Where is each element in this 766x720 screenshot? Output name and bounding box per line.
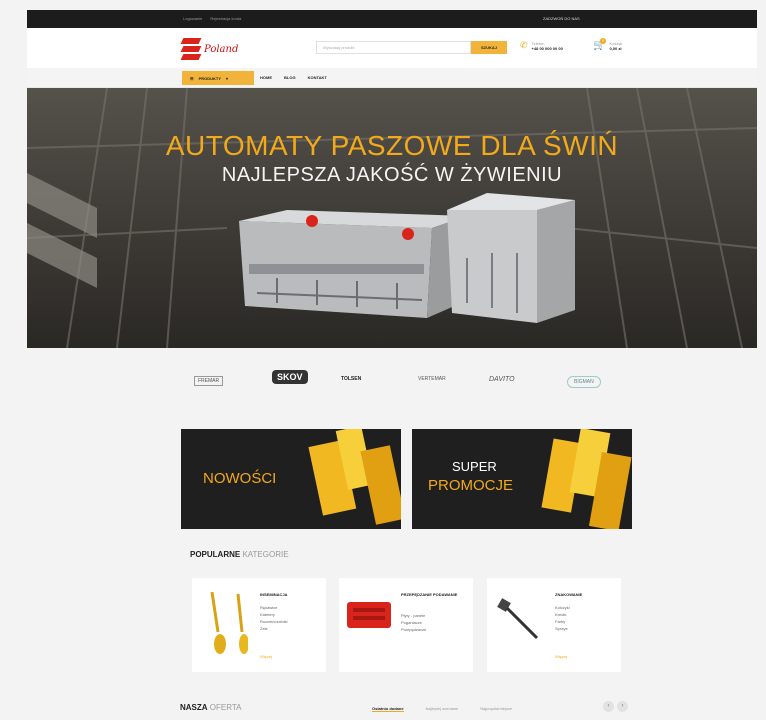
category-link[interactable]: Kolczyki: [555, 604, 570, 611]
category-card-driving[interactable]: PRZEPĘDZANIE PODAWANIE Płyty - panele Po…: [339, 578, 473, 672]
promo-tile-new[interactable]: NOWOŚCI: [181, 429, 401, 529]
chevron-down-icon: ▾: [226, 75, 229, 81]
hero-subtitle: NAJLEPSZA JAKOŚĆ W ŻYWIENIU: [221, 164, 563, 186]
phone-number: +48 00 000 00 00: [531, 45, 563, 51]
register-link[interactable]: Rejestracja konta: [210, 16, 241, 21]
catheter-icon: [210, 592, 248, 654]
brand-logo[interactable]: FREMAR: [194, 376, 224, 386]
cart-label: Koszyk: [609, 40, 623, 46]
categories-heading: POPULARNE KATEGORIE: [190, 550, 289, 559]
category-link[interactable]: Przepędzacze: [401, 626, 426, 633]
category-card-insemination[interactable]: INSEMINACJA Rękawice Katetery Rozcieńcza…: [192, 578, 326, 672]
category-link[interactable]: Poganiacze: [401, 619, 426, 626]
marker-tool-icon: [497, 598, 539, 640]
login-link[interactable]: Logowanie: [183, 16, 202, 21]
hero-title: AUTOMATY PASZOWE DLA ŚWIŃ: [165, 130, 619, 161]
logo-mark-icon: [180, 38, 202, 60]
search-input[interactable]: Wyszukaj produkt: [316, 41, 471, 54]
main-nav: ☰ PRODUKTY ▾ HOME BLOG KONTAKT: [27, 68, 757, 88]
category-link[interactable]: Płyty - panele: [401, 612, 426, 619]
category-link[interactable]: Rękawice: [260, 604, 288, 611]
brand-logo[interactable]: TOLSEN: [341, 376, 361, 382]
logo-text: Poland: [204, 43, 239, 55]
cart-total: 0,00 zł: [609, 45, 622, 51]
phone-icon: ✆: [520, 40, 528, 50]
cart-block[interactable]: 🛒 0 Koszyk 0,00 zł: [593, 38, 623, 51]
tab-popular[interactable]: Najpopularniejsze: [480, 706, 512, 712]
category-title[interactable]: ZNAKOWANIE: [555, 592, 582, 598]
tab-top-rated[interactable]: Najlepiej oceniane: [426, 706, 459, 712]
logo[interactable]: Poland: [180, 36, 262, 62]
offer-heading-bold: NASZA: [180, 703, 208, 712]
pig-board-icon: [347, 602, 391, 628]
tab-latest[interactable]: Ostatnio dodane: [372, 706, 404, 712]
offer-tabs: Ostatnio dodane Najlepiej oceniane Najpo…: [372, 706, 512, 712]
brand-logo[interactable]: SKOV: [272, 370, 308, 384]
top-bar-links: Logowanie Rejestracja konta: [183, 16, 241, 21]
search-button[interactable]: SZUKAJ: [471, 41, 507, 54]
category-link[interactable]: Żele: [260, 625, 288, 632]
categories-heading-light: KATEGORIE: [242, 550, 289, 559]
offer-heading-light: OFERTA: [209, 703, 242, 712]
top-bar: Logowanie Rejestracja konta ZADZWOŃ DO N…: [27, 10, 757, 28]
products-menu-button[interactable]: ☰ PRODUKTY ▾: [182, 71, 254, 85]
promo-new-label: NOWOŚCI: [203, 470, 277, 487]
category-link[interactable]: Spraye: [555, 625, 570, 632]
brand-logo[interactable]: VERTEMAR: [418, 376, 446, 382]
hero-background-image: [27, 88, 757, 348]
nav-item-home[interactable]: HOME: [260, 75, 272, 80]
category-link[interactable]: Katetery: [260, 611, 288, 618]
products-menu-label: PRODUKTY: [198, 75, 222, 81]
category-link[interactable]: Rozcieńczalniki: [260, 618, 288, 625]
category-link[interactable]: Farby: [555, 618, 570, 625]
brand-logo[interactable]: BIGMAN: [567, 376, 601, 388]
offer-heading: NASZA OFERTA: [180, 703, 242, 712]
category-links: Rękawice Katetery Rozcieńczalniki Żele: [260, 604, 288, 632]
category-card-marking[interactable]: ZNAKOWANIE Kolczyki Kredki Farby Spraye …: [487, 578, 621, 672]
chevron-right-icon[interactable]: ›: [617, 701, 628, 712]
cart-count-badge: 0: [600, 38, 606, 44]
brand-logos: FREMAR SKOV TOLSEN VERTEMAR DAVITO BIGMA…: [186, 368, 626, 398]
brand-logo[interactable]: DAVITO: [489, 376, 515, 383]
category-links: Płyty - panele Poganiacze Przepędzacze: [401, 612, 426, 633]
category-more-link[interactable]: Więcej: [260, 654, 272, 659]
category-title[interactable]: INSEMINACJA: [260, 592, 288, 598]
page: Logowanie Rejestracja konta ZADZWOŃ DO N…: [0, 0, 766, 720]
hero-banner[interactable]: AUTOMATY PASZOWE DLA ŚWIŃ NAJLEPSZA JAKO…: [27, 88, 757, 348]
category-links: Kolczyki Kredki Farby Spraye: [555, 604, 570, 632]
header: Poland Wyszukaj produkt SZUKAJ ✆ Telefon…: [27, 28, 757, 68]
categories-heading-bold: POPULARNE: [190, 550, 241, 559]
phone-block[interactable]: ✆ Telefon +48 00 000 00 00: [520, 40, 563, 51]
cart-icon: 🛒 0: [593, 38, 606, 51]
category-link[interactable]: Kredki: [555, 611, 570, 618]
promo-sale-label-1: SUPER: [452, 459, 497, 474]
nav-items: HOME BLOG KONTAKT: [260, 75, 327, 80]
promo-sale-label-2: PROMOCJE: [428, 477, 514, 494]
nav-item-blog[interactable]: BLOG: [284, 75, 296, 80]
offer-carousel-arrows: ‹ ›: [603, 701, 628, 712]
promo-tile-sale[interactable]: SUPER PROMOCJE: [412, 429, 632, 529]
chevron-left-icon[interactable]: ‹: [603, 701, 614, 712]
top-bar-contact[interactable]: ZADZWOŃ DO NAS: [543, 16, 580, 21]
nav-item-contact[interactable]: KONTAKT: [308, 75, 327, 80]
category-more-link[interactable]: Więcej: [555, 654, 567, 659]
menu-icon: ☰: [190, 75, 194, 81]
category-title[interactable]: PRZEPĘDZANIE PODAWANIE: [401, 592, 471, 598]
